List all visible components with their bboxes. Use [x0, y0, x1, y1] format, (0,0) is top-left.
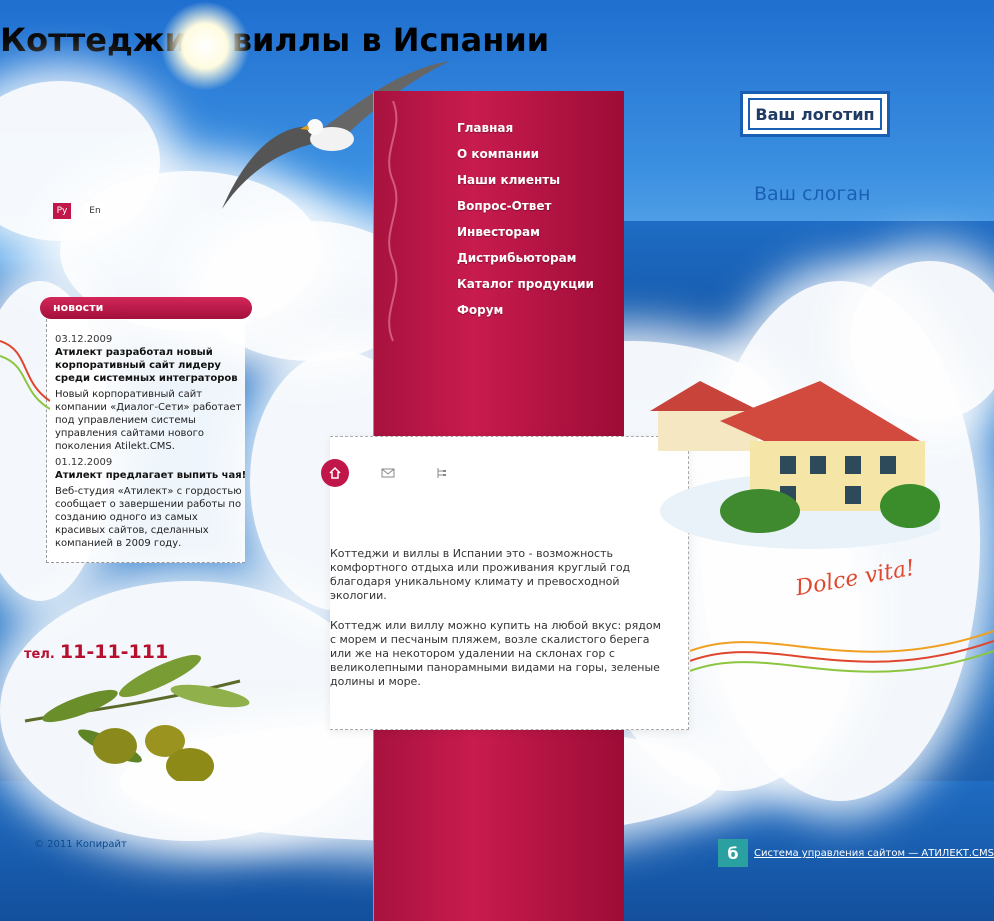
nav-item-clients: Наши клиенты	[457, 169, 594, 195]
mail-icon[interactable]	[374, 459, 402, 487]
nav-item-about: О компании	[457, 143, 594, 169]
atilekt-logo-icon: б	[718, 839, 748, 868]
nav-link-forum[interactable]: Форум	[457, 303, 503, 317]
logo[interactable]: Ваш логотип	[740, 91, 890, 138]
nav-item-distributors: Дистрибьюторам	[457, 247, 594, 273]
news-title-link[interactable]: Атилект предлагает выпить чая!	[55, 469, 255, 482]
nav-item-catalog: Каталог продукции	[457, 273, 594, 299]
nav-link-clients[interactable]: Наши клиенты	[457, 173, 560, 187]
news-item: 01.12.2009 Атилект предлагает выпить чая…	[55, 456, 255, 550]
news-title-link[interactable]: Атилект разработал новый корпоративный с…	[55, 346, 250, 385]
content-paragraph: Коттедж или виллу можно купить на любой …	[330, 619, 661, 689]
nav-item-investors: Инвесторам	[457, 221, 594, 247]
cms-link[interactable]: Система управления сайтом — АТИЛЕКТ.CMS	[754, 848, 994, 859]
slogan: Ваш слоган	[754, 183, 871, 206]
sitemap-icon[interactable]	[428, 459, 456, 487]
content-paragraph: Коттеджи и виллы в Испании это - возможн…	[330, 547, 631, 603]
news-heading: новости	[40, 297, 252, 320]
nav-item-home: Главная	[457, 117, 594, 143]
nav-item-forum: Форум	[457, 299, 594, 325]
nav-link-faq[interactable]: Вопрос-Ответ	[457, 199, 551, 213]
copyright-text: © 2011 Копирайт	[34, 839, 127, 851]
news-date: 01.12.2009	[55, 457, 113, 469]
nav-link-about[interactable]: О компании	[457, 147, 539, 161]
house-image	[650, 381, 940, 550]
nav-link-investors[interactable]: Инвесторам	[457, 225, 540, 239]
nav-link-catalog[interactable]: Каталог продукции	[457, 277, 594, 291]
news-item: 03.12.2009 Атилект разработал новый корп…	[55, 333, 255, 453]
nav-item-faq: Вопрос-Ответ	[457, 195, 594, 221]
cms-link-block: б Система управления сайтом — АТИЛЕКТ.CM…	[718, 839, 994, 868]
ornament-decoration	[388, 101, 398, 342]
decorative-waves-left	[0, 340, 50, 411]
logo-text: Ваш логотип	[748, 98, 882, 131]
news-text: Веб-студия «Атилект» с гордостью сообщае…	[55, 486, 242, 550]
nav-link-distributors[interactable]: Дистрибьюторам	[457, 251, 577, 265]
nav-link-home[interactable]: Главная	[457, 121, 513, 135]
news-text: Новый корпоративный сайт компании «Диало…	[55, 389, 242, 453]
news-date: 03.12.2009	[55, 334, 113, 346]
lang-en-button[interactable]: En	[86, 203, 104, 220]
decorative-waves	[690, 630, 994, 674]
lang-ru-button[interactable]: Ру	[53, 203, 71, 220]
olive-branch-image	[24, 655, 250, 782]
main-nav: Главная О компании Наши клиенты Вопрос-О…	[457, 117, 594, 325]
